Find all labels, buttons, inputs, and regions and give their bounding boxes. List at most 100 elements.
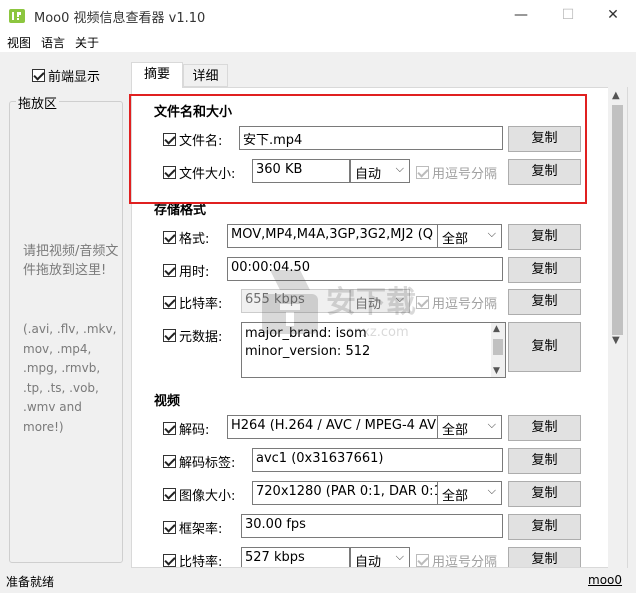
container-bitrate-checkbox[interactable]: 比特率:: [163, 293, 222, 312]
checkbox-icon[interactable]: [416, 296, 429, 309]
checkbox-icon[interactable]: [163, 521, 176, 534]
container-bitrate-field[interactable]: 655 kbps: [241, 289, 350, 313]
section-video-title: 视频: [154, 394, 181, 409]
image-size-label: 图像大小:: [179, 489, 236, 504]
menu-about[interactable]: 关于: [75, 34, 99, 51]
minimize-button[interactable]: —: [498, 0, 544, 31]
framerate-field[interactable]: 30.00 fps: [241, 514, 503, 538]
close-button[interactable]: ✕: [590, 0, 636, 31]
duration-row: 用时: 00:00:04.50 复制: [132, 257, 602, 283]
codec-scope-select[interactable]: 全部 ⌵: [437, 415, 502, 439]
container-bitrate-row: 比特率: 655 kbps 自动 ⌵ 用逗号分隔 复制: [132, 289, 602, 315]
scroll-down-icon[interactable]: ▼: [493, 366, 500, 376]
copy-image-size-button[interactable]: 复制: [508, 481, 581, 507]
image-size-field[interactable]: 720x1280 (PAR 0:1, DAR 0:1: [252, 481, 438, 505]
scroll-down-icon[interactable]: ▼: [612, 335, 620, 346]
menu-language[interactable]: 语言: [41, 34, 65, 51]
file-size-field[interactable]: 360 KB: [252, 159, 350, 183]
codec-label: 解码:: [179, 423, 210, 438]
metadata-scrollbar[interactable]: ▲ ▼: [491, 323, 505, 377]
copy-container-bitrate-button[interactable]: 复制: [508, 289, 581, 315]
codec-checkbox[interactable]: 解码:: [163, 419, 209, 438]
duration-label: 用时:: [179, 265, 210, 280]
video-bitrate-unit-select[interactable]: 自动 ⌵: [350, 547, 410, 567]
copy-metadata-button[interactable]: 复制: [508, 322, 581, 372]
copy-framerate-button[interactable]: 复制: [508, 514, 581, 540]
checkbox-icon[interactable]: [163, 422, 176, 435]
image-size-checkbox[interactable]: 图像大小:: [163, 485, 235, 504]
checkbox-icon[interactable]: [163, 554, 176, 567]
chevron-down-icon: ⌵: [487, 418, 496, 431]
scroll-up-icon[interactable]: ▲: [493, 324, 500, 334]
checkbox-icon[interactable]: [163, 133, 176, 146]
copy-file-name-button[interactable]: 复制: [508, 126, 581, 152]
copy-format-button[interactable]: 复制: [508, 224, 581, 250]
metadata-label: 元数据:: [179, 330, 223, 345]
video-bitrate-row: 比特率: 527 kbps 自动 ⌵ 用逗号分隔 复制: [132, 547, 602, 567]
copy-duration-button[interactable]: 复制: [508, 257, 581, 283]
topmost-checkbox[interactable]: 前端显示: [32, 66, 100, 85]
panel-scroll-thumb[interactable]: [612, 105, 623, 335]
topmost-check-icon[interactable]: [32, 69, 45, 82]
file-size-checkbox[interactable]: 文件大小:: [163, 163, 235, 182]
checkbox-icon[interactable]: [163, 455, 176, 468]
duration-field[interactable]: 00:00:04.50: [227, 257, 503, 281]
metadata-line: minor_version: 512: [245, 344, 371, 359]
file-name-field[interactable]: 安下.mp4: [239, 126, 503, 150]
section-file-title: 文件名和大小: [154, 105, 233, 120]
file-name-checkbox[interactable]: 文件名:: [163, 130, 222, 149]
panel-scrollbar[interactable]: ▲ ▼: [608, 87, 627, 568]
moo0-link[interactable]: moo0: [588, 573, 622, 587]
title-bar: Moo0 视频信息查看器 v1.10 — ☐ ✕: [0, 0, 636, 31]
format-checkbox[interactable]: 格式:: [163, 228, 209, 247]
metadata-textarea[interactable]: major_brand: isom minor_version: 512 ▲ ▼: [241, 322, 506, 378]
image-size-scope-select[interactable]: 全部 ⌵: [437, 481, 502, 505]
file-size-unit-value: 自动: [355, 167, 382, 182]
drop-zone[interactable]: 拖放区 请把视频/音频文件拖放到这里! (.avi, .flv, .mkv, m…: [9, 93, 123, 563]
copy-codec-tag-button[interactable]: 复制: [508, 448, 581, 474]
duration-checkbox[interactable]: 用时:: [163, 261, 209, 280]
copy-codec-button[interactable]: 复制: [508, 415, 581, 441]
menu-view[interactable]: 视图: [7, 34, 31, 51]
format-scope-select[interactable]: 全部 ⌵: [437, 224, 502, 248]
checkbox-icon[interactable]: [163, 488, 176, 501]
codec-row: 解码: H264 (H.264 / AVC / MPEG-4 AV 全部 ⌵ 复…: [132, 415, 602, 441]
file-size-label: 文件大小:: [179, 167, 236, 182]
codec-field[interactable]: H264 (H.264 / AVC / MPEG-4 AV: [227, 415, 438, 439]
tab-detail[interactable]: 详细: [183, 64, 228, 87]
chevron-down-icon: ⌵: [487, 227, 496, 240]
codec-tag-field[interactable]: avc1 (0x31637661): [252, 448, 503, 472]
framerate-row: 框架率: 30.00 fps 复制: [132, 514, 602, 540]
checkbox-icon[interactable]: [163, 231, 176, 244]
checkbox-icon[interactable]: [416, 166, 429, 179]
video-bitrate-field[interactable]: 527 kbps: [241, 547, 350, 567]
codec-tag-row: 解码标签: avc1 (0x31637661) 复制: [132, 448, 602, 474]
format-field[interactable]: MOV,MP4,M4A,3GP,3G2,MJ2 (Q: [227, 224, 438, 248]
container-bitrate-comma-checkbox[interactable]: 用逗号分隔: [416, 293, 497, 312]
container-bitrate-unit-select[interactable]: 自动 ⌵: [350, 289, 410, 313]
checkbox-icon[interactable]: [163, 166, 176, 179]
checkbox-icon[interactable]: [163, 329, 176, 342]
codec-tag-checkbox[interactable]: 解码标签:: [163, 452, 235, 471]
copy-video-bitrate-button[interactable]: 复制: [508, 547, 581, 567]
maximize-button[interactable]: ☐: [545, 0, 591, 31]
tab-summary[interactable]: 摘要: [131, 62, 183, 88]
menu-bar: 视图 语言 关于: [0, 31, 636, 53]
scroll-up-icon[interactable]: ▲: [612, 90, 620, 101]
video-bitrate-checkbox[interactable]: 比特率:: [163, 551, 222, 567]
file-size-comma-label: 用逗号分隔: [432, 167, 498, 182]
file-size-comma-checkbox[interactable]: 用逗号分隔: [416, 163, 497, 182]
drop-zone-formats: (.avi, .flv, .mkv, mov, .mp4, .mpg, .rmv…: [23, 322, 117, 434]
summary-panel: 文件名和大小 文件名: 安下.mp4 复制 文件大小: 360 KB 自动 ⌵ …: [131, 87, 628, 568]
file-size-unit-select[interactable]: 自动 ⌵: [350, 159, 410, 183]
video-bitrate-comma-checkbox[interactable]: 用逗号分隔: [416, 551, 497, 567]
checkbox-icon[interactable]: [416, 554, 429, 567]
video-bitrate-label: 比特率:: [179, 555, 223, 567]
metadata-scroll-thumb[interactable]: [493, 339, 503, 355]
framerate-checkbox[interactable]: 框架率:: [163, 518, 222, 537]
checkbox-icon[interactable]: [163, 296, 176, 309]
moo0-app-icon: [9, 9, 25, 23]
copy-file-size-button[interactable]: 复制: [508, 159, 581, 185]
checkbox-icon[interactable]: [163, 264, 176, 277]
metadata-checkbox[interactable]: 元数据:: [163, 326, 222, 345]
